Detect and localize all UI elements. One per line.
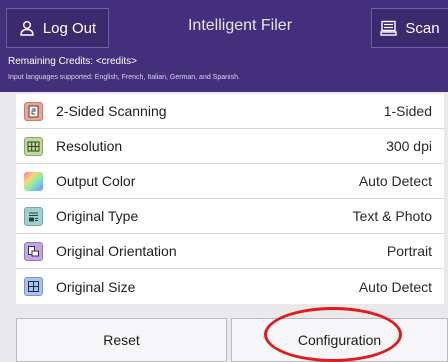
color-spectrum-icon (24, 171, 43, 191)
remaining-credits: Remaining Credits: <credits> (8, 56, 137, 67)
setting-row-original-type[interactable]: Original Type Text & Photo (16, 199, 444, 234)
setting-value: Portrait (386, 243, 432, 259)
scan-label: Scan (405, 19, 440, 37)
log-out-label: Log Out (42, 19, 97, 37)
setting-value: Text & Photo (352, 208, 432, 224)
scan-button[interactable]: Scan (371, 8, 448, 48)
setting-value: Auto Detect (358, 173, 432, 189)
resolution-grid-icon (24, 136, 43, 156)
setting-label: Original Type (56, 208, 139, 224)
app-header: Log Out Intelligent Filer Scan Remaining… (0, 0, 448, 92)
setting-label: Resolution (56, 138, 123, 154)
setting-label: Output Color (56, 173, 136, 189)
setting-row-two-sided-scanning[interactable]: 2-Sided Scanning 1-Sided (16, 94, 444, 129)
app-title: Intelligent Filer (187, 17, 293, 34)
configuration-button[interactable]: Configuration (231, 318, 448, 362)
orientation-icon (24, 241, 43, 261)
scanner-icon (380, 20, 398, 36)
reset-button[interactable]: Reset (16, 318, 227, 362)
setting-value: Auto Detect (358, 278, 432, 295)
setting-row-resolution[interactable]: Resolution 300 dpi (16, 129, 444, 164)
setting-row-output-color[interactable]: Output Color Auto Detect (16, 164, 444, 199)
document-type-icon (24, 206, 43, 226)
log-out-button[interactable]: Log Out (6, 8, 109, 48)
configuration-label: Configuration (297, 332, 382, 348)
paper-size-icon (24, 277, 43, 296)
setting-value: 1-Sided (383, 103, 432, 119)
reset-label: Reset (103, 332, 140, 348)
setting-row-original-orientation[interactable]: Original Orientation Portrait (16, 234, 444, 269)
setting-row-original-size[interactable]: Original Size Auto Detect (16, 269, 444, 304)
two-sided-icon (24, 101, 43, 121)
setting-value: 300 dpi (386, 138, 432, 154)
supported-languages: Input languages supported: English, Fren… (8, 74, 240, 81)
setting-label: Original Orientation (56, 243, 177, 259)
user-icon (19, 20, 35, 36)
scan-settings-list: 2-Sided Scanning 1-Sided Resolution 300 … (16, 94, 444, 304)
setting-label: 2-Sided Scanning (56, 103, 167, 119)
setting-label: Original Size (56, 278, 136, 295)
